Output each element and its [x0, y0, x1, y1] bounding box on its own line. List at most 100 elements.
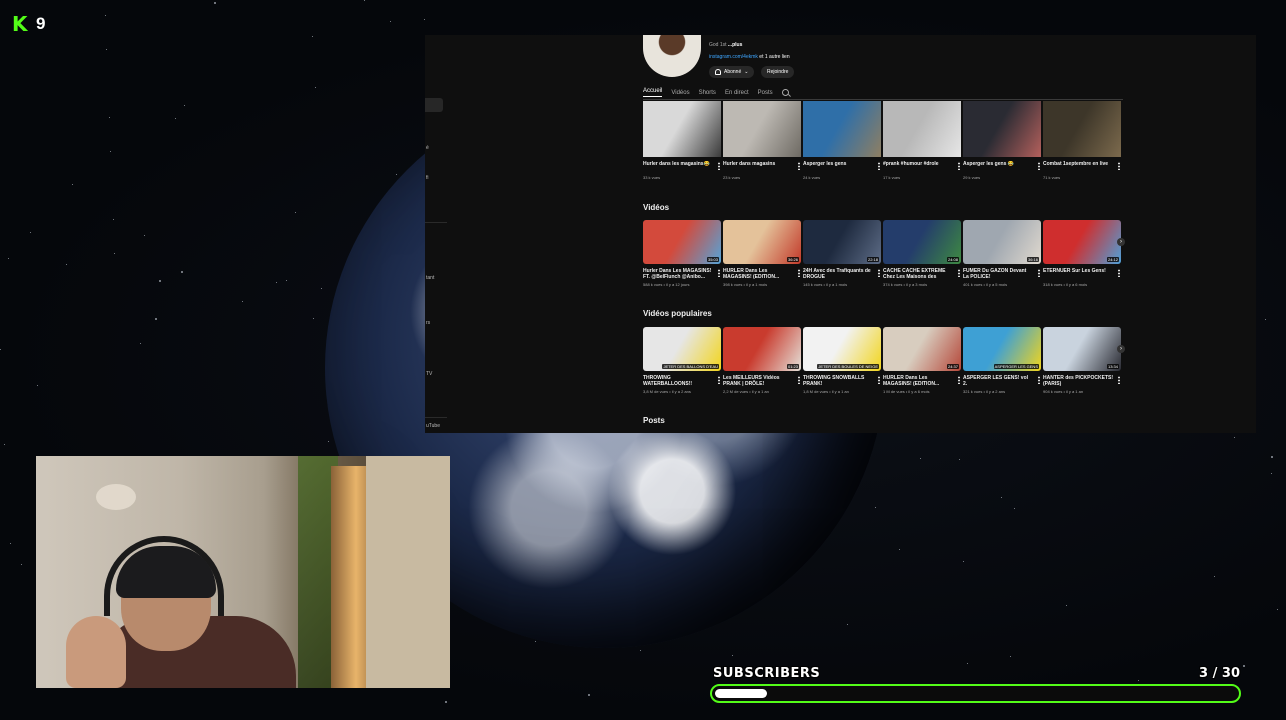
short-card[interactable]: #prank #humour #drole 17 k vues [883, 101, 961, 180]
video-thumbnail[interactable]: 36:16 [963, 220, 1041, 264]
sidebar-fragment[interactable]: é [426, 145, 429, 151]
popular-section-title[interactable]: Vidéos populaires [643, 309, 712, 318]
video-title[interactable]: THROWING SNOWBALLS PRANK! [803, 375, 881, 387]
video-thumbnail[interactable]: 36:26 [723, 220, 801, 264]
video-title[interactable]: Asperger les gens [803, 161, 881, 173]
channel-description[interactable]: God 1st ...plus [709, 42, 909, 48]
short-card[interactable]: Hurler dans les magasins😂 33 k vues [643, 101, 721, 180]
sidebar-active-item[interactable] [425, 98, 443, 112]
video-title[interactable]: Asperger les gens 😂 [963, 161, 1041, 173]
more-options-icon[interactable] [1118, 376, 1120, 384]
short-thumbnail[interactable] [963, 101, 1041, 157]
more-options-icon[interactable] [1038, 376, 1040, 384]
video-card[interactable]: 24:12 ÉTERNUER Sur Les Gens! 318 k vues • … [1043, 220, 1121, 287]
search-icon[interactable] [781, 89, 789, 96]
video-thumbnail[interactable]: 01:23 [723, 327, 801, 371]
video-title[interactable]: #prank #humour #drole [883, 161, 961, 173]
more-options-icon[interactable] [958, 162, 960, 170]
videos-next-arrow[interactable]: › [1117, 238, 1125, 246]
video-card[interactable]: ASPERGER LES GENS ASPERGER LES GENS! vol … [963, 327, 1041, 394]
short-thumbnail[interactable] [643, 101, 721, 157]
subscribed-button[interactable]: Abonné ⌄ [709, 66, 755, 78]
tab-shorts[interactable]: Shorts [699, 90, 716, 96]
video-title[interactable]: 24H Avec des Trafiquants de DROGUE [803, 268, 881, 280]
channel-avatar[interactable] [643, 35, 701, 77]
short-card[interactable]: Combat 1septembre en live 71 k vues [1043, 101, 1121, 180]
video-title[interactable]: Les MEILLEURS Vidéos PRANK | DRÔLE! [723, 375, 801, 387]
sidebar-fragment[interactable]: rs [426, 320, 430, 326]
more-options-icon[interactable] [798, 376, 800, 384]
tab-posts[interactable]: Posts [758, 90, 773, 96]
video-title[interactable]: Hurler dans magasins [723, 161, 801, 173]
video-title[interactable]: Hurler Dans Les MAGASINS! FT. @BelFlunch… [643, 268, 721, 280]
videos-section-title[interactable]: Vidéos [643, 203, 669, 212]
video-title[interactable]: Combat 1septembre en live [1043, 161, 1121, 173]
video-thumbnail[interactable]: 24:08 [883, 220, 961, 264]
sidebar-fragment[interactable]: uTube [426, 423, 440, 429]
video-card[interactable]: 36:26 HURLER Dans Les MAGASINS! (EDITION.… [723, 220, 801, 287]
more-options-icon[interactable] [718, 269, 720, 277]
more-options-icon[interactable] [878, 162, 880, 170]
more-options-icon[interactable] [958, 376, 960, 384]
video-thumbnail[interactable]: 24:37 [883, 327, 961, 371]
video-card[interactable]: 36:16 FUMER Du GAZON Devant La POLICE! 401… [963, 220, 1041, 287]
more-options-icon[interactable] [798, 162, 800, 170]
sidebar-fragment[interactable]: TV [426, 371, 432, 377]
video-title[interactable]: ÉTERNUER Sur Les Gens! [1043, 268, 1121, 280]
tab-live[interactable]: En direct [725, 90, 749, 96]
more-options-icon[interactable] [878, 269, 880, 277]
video-thumbnail[interactable]: 13:34 [1043, 327, 1121, 371]
more-options-icon[interactable] [798, 269, 800, 277]
video-card[interactable]: 01:23 Les MEILLEURS Vidéos PRANK | DRÔLE!… [723, 327, 801, 394]
video-title[interactable]: THROWING WATERBALLOONS!! [643, 375, 721, 387]
more-options-icon[interactable] [1038, 162, 1040, 170]
sidebar-fragment[interactable]: tant [426, 275, 434, 281]
more-options-icon[interactable] [878, 376, 880, 384]
video-thumbnail[interactable]: JETER DES BOULES DE NEIGE [803, 327, 881, 371]
short-card[interactable]: Asperger les gens 😂 29 k vues [963, 101, 1041, 180]
tab-home[interactable]: Accueil [643, 88, 663, 97]
video-title[interactable]: HURLER Dans Les MAGASINS! (EDITION... [883, 375, 961, 387]
short-thumbnail[interactable] [1043, 101, 1121, 157]
video-thumbnail[interactable]: 22:18 [803, 220, 881, 264]
video-title[interactable]: HANTER des PICKPOCKETS! (PARIS) [1043, 375, 1121, 387]
video-title[interactable]: CACHE CACHE EXTREME Chez Les Maisons des… [883, 268, 961, 280]
more-options-icon[interactable] [1118, 269, 1120, 277]
short-thumbnail[interactable] [883, 101, 961, 157]
channel-links[interactable]: instagram.com/4ekmk et 1 autre lien [709, 54, 790, 60]
video-thumbnail[interactable]: ASPERGER LES GENS [963, 327, 1041, 371]
short-card[interactable]: Asperger les gens 24 k vues [803, 101, 881, 180]
video-card[interactable]: 22:18 24H Avec des Trafiquants de DROGUE 1… [803, 220, 881, 287]
more-options-icon[interactable] [718, 162, 720, 170]
sidebar-fragment[interactable]: fi [426, 175, 429, 181]
video-duration: 24:37 [946, 364, 959, 369]
video-card[interactable]: JETER DES BOULES DE NEIGE THROWING SNOWBA… [803, 327, 881, 394]
channel-tabs: Accueil Vidéos Shorts En direct Posts [643, 88, 789, 97]
more-options-icon[interactable] [1118, 162, 1120, 170]
video-thumbnail[interactable]: 24:12 [1043, 220, 1121, 264]
video-thumbnail[interactable]: JETER DES BALLONS D'EAU [643, 327, 721, 371]
description-more-link[interactable]: ...plus [728, 42, 742, 48]
video-thumbnail[interactable]: 35:03 [643, 220, 721, 264]
video-title[interactable]: HURLER Dans Les MAGASINS! (EDITION... [723, 268, 801, 280]
more-options-icon[interactable] [958, 269, 960, 277]
channel-link-more[interactable]: et 1 autre lien [759, 54, 789, 60]
short-thumbnail[interactable] [803, 101, 881, 157]
video-card[interactable]: 13:34 HANTER des PICKPOCKETS! (PARIS) 904 … [1043, 327, 1121, 394]
popular-next-arrow[interactable]: › [1117, 345, 1125, 353]
tab-videos[interactable]: Vidéos [671, 90, 689, 96]
short-thumbnail[interactable] [723, 101, 801, 157]
more-options-icon[interactable] [718, 376, 720, 384]
video-title[interactable]: Hurler dans les magasins😂 [643, 161, 721, 173]
short-card[interactable]: Hurler dans magasins 23 k vues [723, 101, 801, 180]
channel-link[interactable]: instagram.com/4ekmk [709, 54, 758, 60]
join-button[interactable]: Rejoindre [761, 66, 795, 78]
video-card[interactable]: 24:37 HURLER Dans Les MAGASINS! (EDITION.… [883, 327, 961, 394]
video-card[interactable]: JETER DES BALLONS D'EAU THROWING WATERBAL… [643, 327, 721, 394]
more-options-icon[interactable] [1038, 269, 1040, 277]
video-card[interactable]: 24:08 CACHE CACHE EXTREME Chez Les Maison… [883, 220, 961, 287]
video-card[interactable]: 35:03 Hurler Dans Les MAGASINS! FT. @BelF… [643, 220, 721, 287]
posts-section-title[interactable]: Posts [643, 416, 665, 425]
video-title[interactable]: ASPERGER LES GENS! vol 2. [963, 375, 1041, 387]
video-title[interactable]: FUMER Du GAZON Devant La POLICE! [963, 268, 1041, 280]
